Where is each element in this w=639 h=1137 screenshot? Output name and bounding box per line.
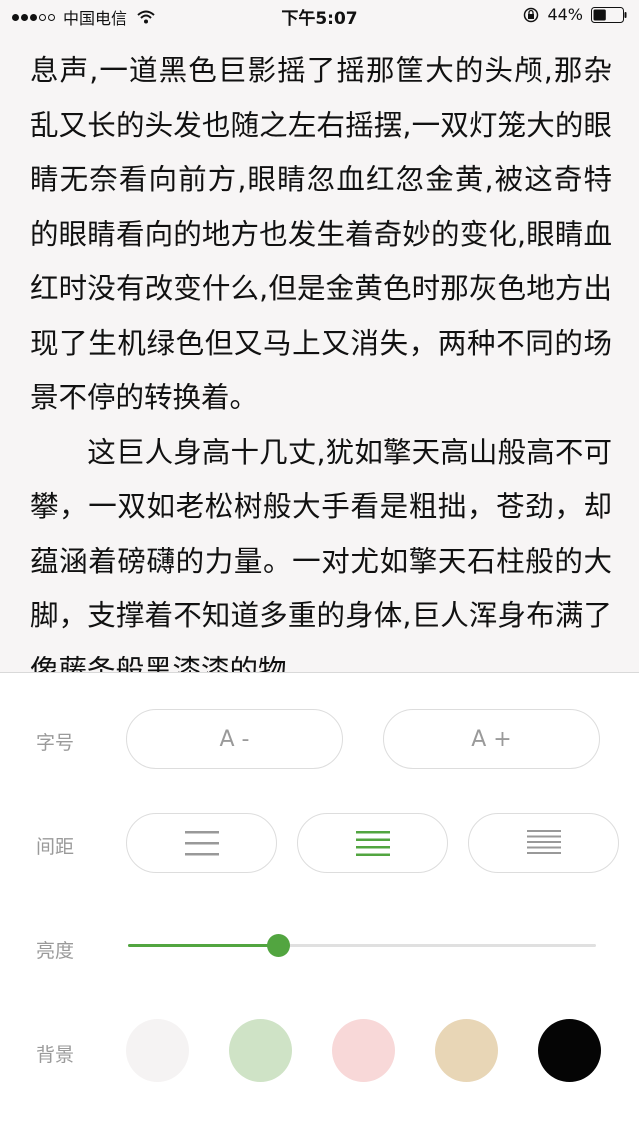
spacing-medium-icon xyxy=(355,831,390,856)
brightness-slider-fill xyxy=(128,944,278,947)
spacing-medium-button[interactable] xyxy=(297,813,448,873)
background-black-swatch[interactable] xyxy=(538,1019,601,1082)
battery-icon xyxy=(591,6,627,23)
status-bar: 中国电信 下午5:07 44% xyxy=(0,0,639,30)
paragraph: 这巨人身高十几丈,犹如擎天高山般高不可攀，一双如老松树般大手看是粗拙，苍劲，却蕴… xyxy=(30,435,612,673)
spacing-wide-icon xyxy=(184,831,219,856)
reader-page[interactable]: 中国电信 下午5:07 44% 息声,一道黑色巨影摇了摇那筐大的头颅,那杂乱又长… xyxy=(0,0,639,672)
background-label: 背景 xyxy=(36,1044,75,1066)
status-right: 44% xyxy=(523,5,627,24)
background-pink-swatch[interactable] xyxy=(332,1019,395,1082)
background-tan-swatch[interactable] xyxy=(435,1019,498,1082)
font-increase-button[interactable]: A + xyxy=(383,709,600,769)
brightness-slider-handle[interactable] xyxy=(266,934,290,957)
font-decrease-button[interactable]: A - xyxy=(126,709,343,769)
background-green-swatch[interactable] xyxy=(229,1019,292,1082)
spacing-wide-button[interactable] xyxy=(126,813,277,873)
book-text: 息声,一道黑色巨影摇了摇那筐大的头颅,那杂乱又长的头发也随之左右摇摆,一双灯笼大… xyxy=(30,44,612,672)
brightness-label: 亮度 xyxy=(36,940,75,962)
spacing-compact-icon xyxy=(526,830,561,854)
paragraph: 息声,一道黑色巨影摇了摇那筐大的头颅,那杂乱又长的头发也随之左右摇摆,一双灯笼大… xyxy=(30,54,612,414)
rotation-lock-icon xyxy=(524,7,539,22)
background-white-swatch[interactable] xyxy=(126,1019,189,1082)
font-size-label: 字号 xyxy=(36,732,75,754)
spacing-label: 间距 xyxy=(36,836,75,858)
reading-settings-panel: 字号 A - A + 间距 亮度 背景 xyxy=(0,672,639,1137)
brightness-slider[interactable] xyxy=(128,934,596,957)
spacing-compact-button[interactable] xyxy=(468,813,619,873)
battery-percentage: 44% xyxy=(547,5,583,24)
